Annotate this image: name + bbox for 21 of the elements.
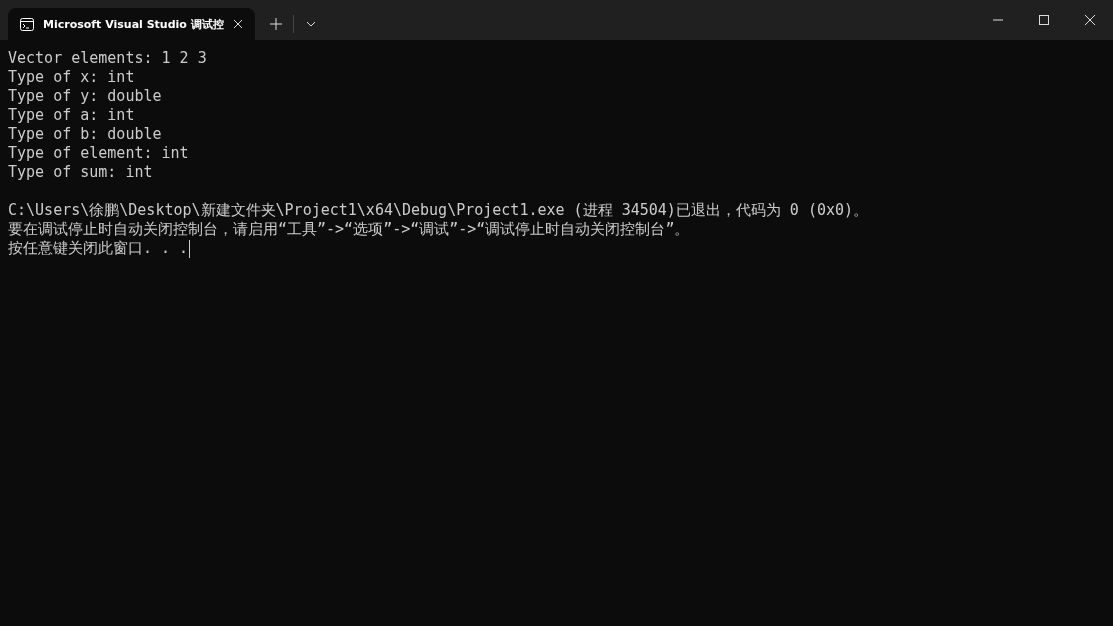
console-line: Vector elements: 1 2 3 <box>8 49 207 68</box>
console-tab[interactable]: Microsoft Visual Studio 调试控 <box>8 8 255 40</box>
tab-title: Microsoft Visual Studio 调试控 <box>43 16 224 32</box>
console-line: 按任意键关闭此窗口. . . <box>8 239 189 258</box>
minimize-icon <box>993 19 1003 21</box>
terminal-icon <box>20 17 34 31</box>
console-line: Type of element: int <box>8 144 189 163</box>
console-line: 要在调试停止时自动关闭控制台，请启用“工具”->“选项”->“调试”->“调试停止时自动关闭控制台”。 <box>8 220 690 239</box>
close-icon <box>232 19 243 29</box>
console-line: Type of y: double <box>8 87 162 106</box>
maximize-icon <box>1039 15 1049 25</box>
chevron-down-icon <box>305 21 316 27</box>
console-line: Type of x: int <box>8 68 135 87</box>
close-icon <box>1085 15 1095 25</box>
console-line: Type of b: double <box>8 125 162 144</box>
plus-icon <box>269 18 282 30</box>
console-line: Type of a: int <box>8 106 135 125</box>
console-line: Type of sum: int <box>8 163 153 182</box>
close-tab-button[interactable] <box>232 19 243 29</box>
console-line: C:\Users\徐鹏\Desktop\新建文件夹\Project1\x64\Debug\Project1.exe (进程 34504)已退出，代码为 0 (0x0)。 <box>8 201 869 220</box>
text-cursor <box>189 239 191 258</box>
